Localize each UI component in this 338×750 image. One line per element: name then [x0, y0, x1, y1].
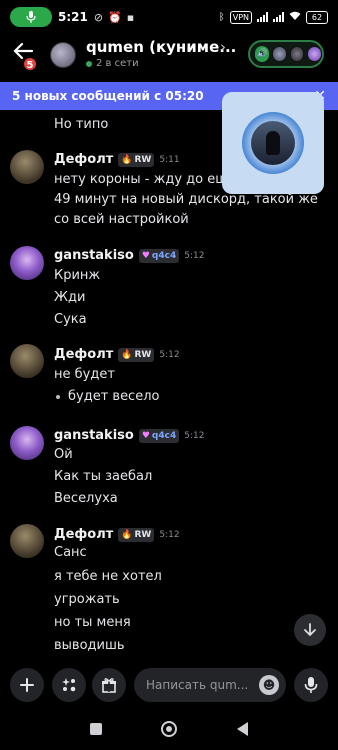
video-preview-tile[interactable]	[222, 92, 324, 194]
timestamp: 5:11	[159, 154, 180, 165]
heart-icon: ♥	[141, 430, 150, 441]
battery-icon: 62	[306, 10, 328, 24]
message-text: Санс	[54, 545, 87, 560]
call-active-icon[interactable]	[10, 7, 52, 27]
bullet-list-item: будет весело	[54, 389, 159, 404]
message-header: ganstakiso ♥ q4c4 5:12	[54, 428, 204, 443]
timestamp: 5:12	[159, 529, 180, 540]
chevron-right-icon[interactable]: ›	[220, 38, 226, 56]
speaker-icon: 🔊	[255, 46, 270, 62]
arrow-down-icon	[304, 623, 316, 637]
online-dot-icon	[86, 60, 92, 67]
emoji-button[interactable]: ☻	[259, 675, 279, 695]
voice-message-button[interactable]	[294, 668, 328, 702]
message-text: Ой	[54, 447, 73, 462]
author-name[interactable]: Дефолт	[54, 527, 113, 542]
message-composer: ☻	[0, 662, 338, 708]
clan-tag: 🔥 RW	[118, 152, 155, 167]
scroll-to-bottom-button[interactable]	[294, 614, 326, 646]
message-text: Сука	[54, 312, 87, 327]
avatar[interactable]	[50, 42, 76, 68]
alarm-icon: ⏰	[108, 10, 122, 24]
system-nav-bar	[0, 708, 338, 750]
avatar-ganstakiso[interactable]	[10, 246, 44, 280]
status-time: 5:21	[58, 10, 88, 24]
video-avatar	[242, 112, 304, 174]
message-text: будет весело	[68, 389, 160, 404]
timestamp: 5:12	[159, 349, 180, 360]
back-icon[interactable]	[237, 722, 249, 736]
wifi-icon	[289, 11, 301, 24]
author-name[interactable]: ganstakiso	[54, 248, 134, 263]
message-header: ganstakiso ♥ q4c4 5:12	[54, 248, 204, 263]
notification-icon: ▪	[126, 10, 135, 24]
plus-icon	[20, 678, 34, 692]
message-text: 49 минут на новый дискорд, такой же	[54, 192, 318, 207]
channel-title[interactable]: qumen (куниме...	[86, 38, 236, 56]
author-name[interactable]: Дефолт	[54, 347, 113, 362]
message-text: Кринж	[54, 268, 101, 283]
message-text: со всей настройкой	[54, 212, 189, 227]
person-image	[251, 121, 295, 165]
home-icon[interactable]	[161, 721, 178, 737]
recent-apps-icon[interactable]	[89, 723, 102, 735]
unread-badge: 5	[22, 56, 38, 72]
author-name[interactable]: ganstakiso	[54, 428, 134, 443]
message-text: я тебе не хотел	[54, 569, 162, 584]
heart-icon: ♥	[141, 250, 150, 261]
message-input[interactable]	[146, 678, 256, 692]
clan-tag: 🔥 RW	[118, 347, 155, 362]
online-status: 2 в сети	[86, 58, 139, 69]
message-text: не будет	[54, 367, 115, 382]
channel-header: 5 qumen (куниме... › 2 в сети 🔊	[0, 34, 338, 80]
message-text: Жди	[54, 290, 86, 305]
avatar-deffolt[interactable]	[10, 344, 44, 378]
avatar	[289, 46, 305, 62]
message-text: угрожать	[54, 592, 120, 607]
clan-tag: 🔥 RW	[118, 527, 155, 542]
microphone-icon	[304, 677, 318, 693]
message-header: Дефолт 🔥 RW 5:12	[54, 527, 180, 542]
author-name[interactable]: Дефолт	[54, 152, 113, 167]
message-text: нету короны - жду до еще р	[54, 172, 248, 187]
status-bar: 5:21 ⊘ ⏰ ▪ ᛒ VPN 62	[0, 0, 338, 34]
clan-tag: ♥ q4c4	[138, 428, 180, 443]
timestamp: 5:12	[184, 430, 205, 441]
signal-icon	[257, 12, 268, 22]
avatar-deffolt[interactable]	[10, 150, 44, 184]
avatar	[272, 46, 287, 62]
timestamp: 5:12	[184, 250, 205, 261]
apps-icon	[62, 678, 76, 692]
gift-button[interactable]	[92, 668, 126, 702]
smile-icon: ☻	[262, 678, 276, 692]
avatar-ganstakiso[interactable]	[10, 426, 44, 460]
signal-icon	[273, 12, 284, 22]
message-header: Дефолт 🔥 RW 5:11	[54, 152, 180, 167]
voice-call-pill[interactable]: 🔊	[248, 40, 324, 68]
bullet-icon	[56, 394, 60, 399]
message-header: Дефолт 🔥 RW 5:12	[54, 347, 180, 362]
message-input-box[interactable]: ☻	[134, 668, 286, 702]
message-text: но ты меня	[54, 615, 131, 630]
flame-icon: 🔥	[121, 154, 133, 165]
gift-icon	[102, 678, 116, 693]
apps-button[interactable]	[52, 668, 86, 702]
add-attachment-button[interactable]	[10, 668, 44, 702]
vpn-badge: VPN	[229, 10, 252, 24]
clan-tag: ♥ q4c4	[138, 248, 180, 263]
flame-icon: 🔥	[121, 529, 133, 540]
bluetooth-icon: ᛒ	[218, 11, 225, 23]
new-messages-text: 5 новых сообщений с 05:20	[12, 89, 204, 103]
flame-icon: 🔥	[121, 349, 133, 360]
online-count: 2 в сети	[96, 58, 139, 69]
avatar-deffolt[interactable]	[10, 524, 44, 558]
message-text: Веселуха	[54, 491, 118, 506]
message-text: выводишь	[54, 638, 125, 653]
avatar	[307, 46, 322, 62]
message-text: Но типо	[54, 117, 109, 132]
message-text: Как ты заебал	[54, 469, 153, 484]
do-not-disturb-icon: ⊘	[93, 10, 104, 24]
